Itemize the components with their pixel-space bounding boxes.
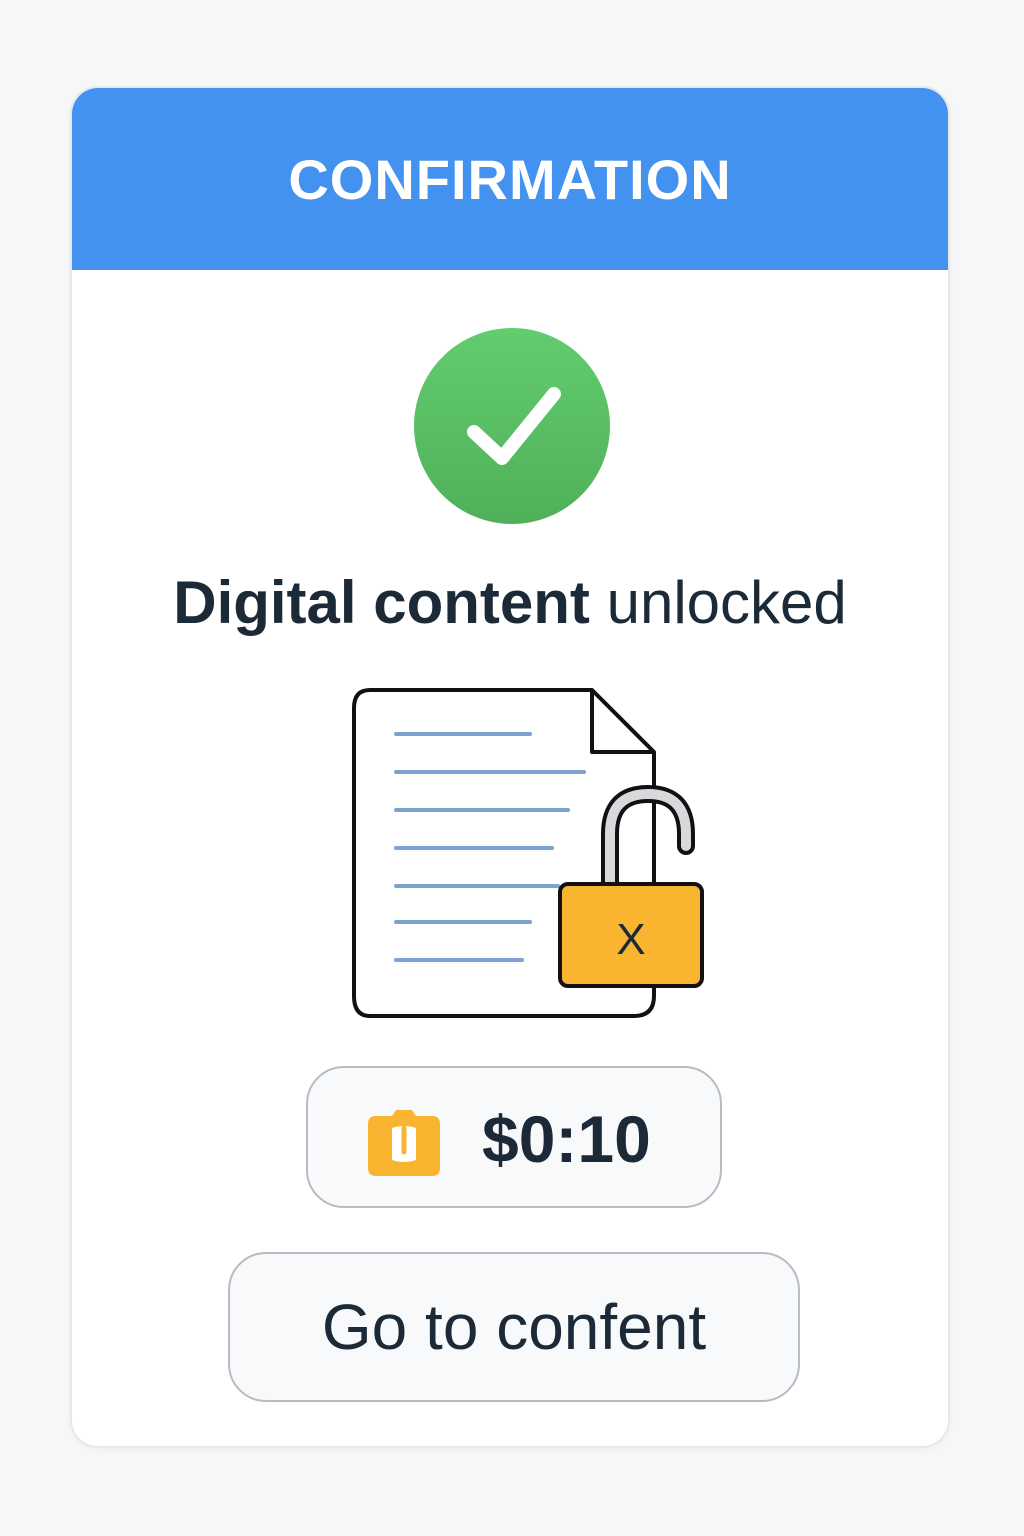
status-headline: Digital content unlocked (72, 568, 948, 637)
success-check-icon (414, 328, 610, 524)
padlock-mark: X (616, 915, 645, 964)
headline-status-text: unlocked (589, 569, 847, 636)
go-to-content-label: Go to confent (321, 1291, 707, 1363)
go-to-content-button[interactable]: Go to confent (228, 1252, 800, 1402)
price-badge: $0:10 (306, 1066, 722, 1208)
headline-bold-text: Digital content (173, 569, 590, 636)
confirmation-header: CONFIRMATION (72, 88, 948, 270)
unlocked-document-illustration: X (352, 688, 704, 1018)
wallet-icon (368, 1110, 440, 1176)
confirmation-card: CONFIRMATION Digital content unlocked X … (70, 86, 950, 1448)
dialog-title: CONFIRMATION (288, 147, 732, 211)
price-value: $0:10 (482, 1102, 651, 1176)
